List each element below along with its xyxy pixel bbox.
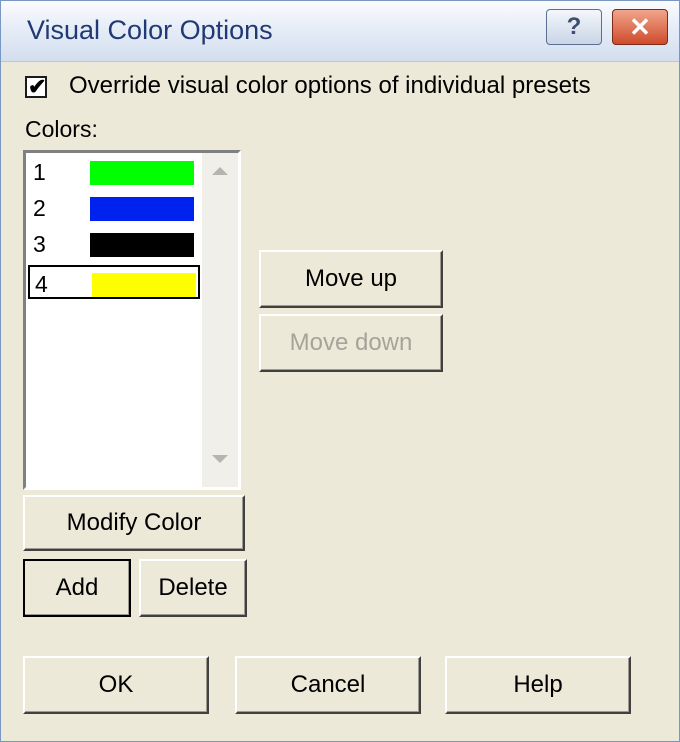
color-item-number: 1 — [33, 159, 46, 185]
title-help-button[interactable]: ? — [546, 9, 602, 45]
color-swatch — [92, 273, 196, 297]
color-item-number: 4 — [35, 271, 48, 297]
window-title: Visual Color Options — [27, 15, 273, 45]
title-close-button[interactable]: ✕ — [612, 9, 668, 45]
color-list-item-3[interactable]: 3 — [28, 227, 200, 261]
move-down-button[interactable]: Move down — [259, 314, 443, 372]
title-bar[interactable]: Visual Color Options ? ✕ — [1, 1, 679, 62]
add-button[interactable]: Add — [23, 559, 131, 617]
ok-button[interactable]: OK — [23, 656, 209, 714]
override-checkbox[interactable]: ✔ — [25, 74, 47, 99]
scroll-down-arrow-icon[interactable] — [212, 455, 228, 463]
dialog-body: ✔ Override visual color options of indiv… — [1, 62, 679, 741]
close-icon: ✕ — [629, 11, 651, 42]
color-list-item-2[interactable]: 2 — [28, 191, 200, 225]
color-item-number: 3 — [33, 231, 46, 257]
override-label[interactable]: Override visual color options of individ… — [69, 72, 591, 100]
dialog-window: Visual Color Options ? ✕ ✔ Override visu… — [0, 0, 680, 742]
cancel-button[interactable]: Cancel — [235, 656, 421, 714]
color-swatch — [90, 197, 194, 221]
question-mark-icon: ? — [566, 13, 582, 40]
delete-button[interactable]: Delete — [139, 559, 247, 617]
color-item-number: 2 — [33, 195, 46, 221]
help-button[interactable]: Help — [445, 656, 631, 714]
list-scrollbar[interactable] — [202, 153, 238, 487]
colors-list: 1 2 3 4 — [26, 153, 202, 487]
scroll-up-arrow-icon[interactable] — [212, 167, 228, 175]
colors-listbox[interactable]: 1 2 3 4 — [23, 150, 241, 490]
color-swatch — [90, 161, 194, 185]
color-list-item-1[interactable]: 1 — [28, 155, 200, 189]
move-up-button[interactable]: Move up — [259, 250, 443, 308]
color-list-item-4[interactable]: 4 — [28, 265, 200, 299]
modify-color-button[interactable]: Modify Color — [23, 495, 245, 551]
color-swatch — [90, 233, 194, 257]
checkmark-icon: ✔ — [28, 74, 47, 99]
colors-label: Colors: — [25, 116, 98, 142]
